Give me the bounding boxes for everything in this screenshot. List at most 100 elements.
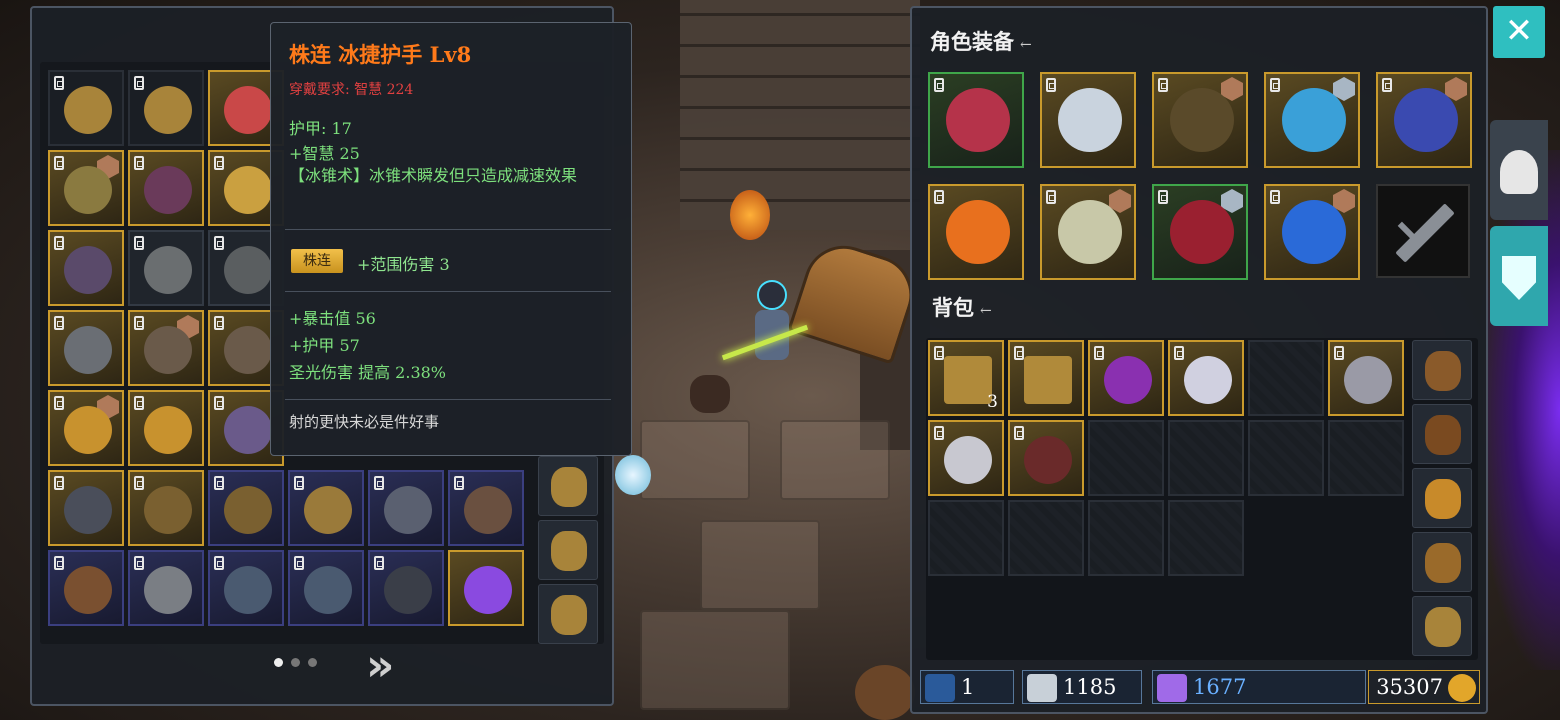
stash-slot-ring[interactable] xyxy=(128,390,204,466)
equip-slot-chest[interactable] xyxy=(1040,72,1136,168)
purple-gem-icon xyxy=(464,566,512,614)
stash-slot-bow[interactable] xyxy=(128,150,204,226)
bag-slot-helmet[interactable] xyxy=(1168,340,1244,416)
divider xyxy=(285,291,611,292)
equip-slot-helmet[interactable] xyxy=(928,72,1024,168)
backpack-icon xyxy=(1425,415,1461,455)
stash-slot-amulet[interactable] xyxy=(208,470,284,546)
stash-slot-sword[interactable] xyxy=(48,310,124,386)
equipment-title-text: 角色装备 xyxy=(930,29,1014,54)
stat-armor: 护甲: 17 xyxy=(289,119,352,138)
backpack-icon xyxy=(1425,479,1461,519)
stash-slot-spear[interactable] xyxy=(368,470,444,546)
resource-gems: 1677 xyxy=(1152,670,1366,704)
stash-slot-gem[interactable] xyxy=(448,550,524,626)
stat-holy-damage: 圣光伤害 提高 2.38% xyxy=(289,363,447,382)
bag-tab[interactable] xyxy=(1412,532,1472,592)
bag-tab[interactable] xyxy=(1412,340,1472,400)
floor-tile xyxy=(700,520,820,610)
bag-slot-empty[interactable] xyxy=(1168,420,1244,496)
tab-inventory[interactable] xyxy=(1490,226,1548,326)
page-dot xyxy=(291,658,300,667)
stash-slot-bag[interactable] xyxy=(128,70,204,146)
bag-tab[interactable] xyxy=(1412,468,1472,528)
gloves-icon xyxy=(1344,356,1392,404)
backpack-title-text: 背包 xyxy=(932,295,974,320)
boots-icon xyxy=(384,566,432,614)
bag-slot-potion[interactable] xyxy=(1088,340,1164,416)
equip-slot-shoulders[interactable] xyxy=(1152,72,1248,168)
loot-orb[interactable] xyxy=(615,455,651,495)
player-character xyxy=(721,280,809,370)
tab-equipment[interactable] xyxy=(1490,120,1548,220)
bag-tab[interactable] xyxy=(1412,596,1472,656)
bag-slot-empty[interactable] xyxy=(1248,420,1324,496)
bag-slot-empty[interactable] xyxy=(1008,500,1084,576)
equip-slot-ring[interactable] xyxy=(1264,72,1360,168)
stash-bag-tab[interactable] xyxy=(538,456,598,516)
shield-icon xyxy=(1502,256,1536,300)
item-name: 株连 冰捷护手 Lv8 xyxy=(289,42,472,67)
stash-slot-belt[interactable] xyxy=(48,550,124,626)
stash-slot-bag[interactable] xyxy=(48,70,124,146)
stash-slot-pants[interactable] xyxy=(208,550,284,626)
amulet-icon xyxy=(144,486,192,534)
next-page-button[interactable]: » xyxy=(366,640,394,691)
equip-slot-offhand-empty[interactable] xyxy=(1376,184,1470,278)
bracelet-icon xyxy=(304,486,352,534)
stash-slot-amulet[interactable] xyxy=(128,470,204,546)
ring-icon xyxy=(1282,88,1346,152)
stash-slot-bracelet[interactable] xyxy=(288,470,364,546)
shoulder-armor-icon xyxy=(1170,88,1234,152)
stash-slot-spear[interactable] xyxy=(128,310,204,386)
ring-icon xyxy=(224,166,272,214)
stash-slot-boots[interactable] xyxy=(48,470,124,546)
stash-slot-armor[interactable] xyxy=(128,230,204,306)
sword-icon xyxy=(64,326,112,374)
stash-slot-pants[interactable] xyxy=(288,550,364,626)
bag-slot-map[interactable] xyxy=(1008,340,1084,416)
equipment-title-arrow: ← xyxy=(1020,37,1032,53)
stash-slot-gloves[interactable] xyxy=(128,550,204,626)
gloves-icon xyxy=(1058,200,1122,264)
equip-slot-ring2[interactable] xyxy=(1264,184,1360,280)
gloves-icon xyxy=(64,246,112,294)
backpack-grid: 3 xyxy=(926,338,1478,660)
gold-coin-icon xyxy=(1448,674,1476,702)
bag-slot-map[interactable]: 3 xyxy=(928,340,1004,416)
bag-slot-gloves[interactable] xyxy=(928,420,1004,496)
close-button[interactable]: ✕ xyxy=(1493,6,1545,58)
bag-slot-mace[interactable] xyxy=(1008,420,1084,496)
resource-hearts: 1185 xyxy=(1022,670,1142,704)
stash-bag-tab[interactable] xyxy=(538,584,598,644)
equip-slot-amulet[interactable] xyxy=(928,184,1024,280)
bag-slot-empty[interactable] xyxy=(1248,340,1324,416)
equip-slot-boots[interactable] xyxy=(1152,184,1248,280)
bag-tab[interactable] xyxy=(1412,404,1472,464)
stash-slot-amulet[interactable] xyxy=(48,150,124,226)
gloves-icon xyxy=(224,406,272,454)
stash-bag-tab[interactable] xyxy=(538,520,598,580)
stash-slot-bow[interactable] xyxy=(448,470,524,546)
bag-slot-empty[interactable] xyxy=(1328,420,1404,496)
equip-slot-gloves[interactable] xyxy=(1040,184,1136,280)
potion-icon xyxy=(1104,356,1152,404)
helmet-icon xyxy=(1184,356,1232,404)
stash-slot-gloves[interactable] xyxy=(48,230,124,306)
bag-slot-empty[interactable] xyxy=(1088,420,1164,496)
equip-slot-weapon[interactable] xyxy=(1376,72,1472,168)
fire-amulet-icon xyxy=(946,200,1010,264)
pants-icon xyxy=(304,566,352,614)
helmet-icon xyxy=(224,86,272,134)
bag-slot-empty[interactable] xyxy=(1088,500,1164,576)
belt-icon xyxy=(64,566,112,614)
armor-icon xyxy=(224,246,272,294)
map-icon xyxy=(1024,356,1072,404)
stash-slot-ring[interactable] xyxy=(48,390,124,466)
bag-slot-empty[interactable] xyxy=(928,500,1004,576)
bag-slot-gloves[interactable] xyxy=(1328,340,1404,416)
bag-slot-empty[interactable] xyxy=(1168,500,1244,576)
purple-gem-icon xyxy=(1157,674,1187,702)
stash-slot-boots[interactable] xyxy=(368,550,444,626)
gold-count: 35307 xyxy=(1376,675,1443,699)
